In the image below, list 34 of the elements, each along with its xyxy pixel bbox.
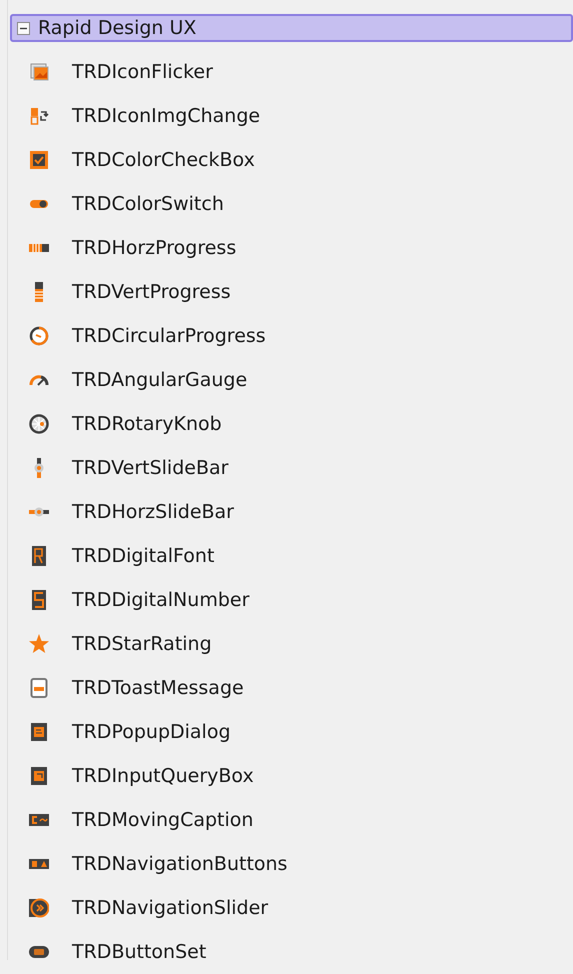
segment-digit-icon bbox=[29, 590, 49, 610]
toast-icon bbox=[29, 678, 49, 698]
circular-progress-icon bbox=[29, 326, 49, 346]
component-item[interactable]: TRDHorzProgress bbox=[8, 226, 573, 270]
collapse-icon[interactable] bbox=[17, 22, 30, 34]
segment-letter-icon bbox=[29, 546, 49, 566]
component-item[interactable]: TRDStarRating bbox=[8, 622, 573, 666]
dialog-icon bbox=[29, 722, 49, 742]
component-item[interactable]: TRDNavigationSlider bbox=[8, 886, 573, 930]
component-item[interactable]: TRDRotaryKnob bbox=[8, 402, 573, 446]
query-box-icon bbox=[29, 766, 49, 786]
component-item[interactable]: TRDDigitalNumber bbox=[8, 578, 573, 622]
component-item[interactable]: TRDAngularGauge bbox=[8, 358, 573, 402]
component-item[interactable]: TRDHorzSlideBar bbox=[8, 490, 573, 534]
star-icon bbox=[29, 634, 49, 654]
component-item[interactable]: TRDVertSlideBar bbox=[8, 446, 573, 490]
image-icon bbox=[29, 62, 49, 82]
component-item[interactable]: TRDButtonSet bbox=[8, 930, 573, 974]
component-item[interactable]: TRDPopupDialog bbox=[8, 710, 573, 754]
swap-icon bbox=[29, 106, 49, 126]
checkbox-icon bbox=[29, 150, 49, 170]
knob-icon bbox=[29, 414, 49, 434]
component-item[interactable]: TRDVertProgress bbox=[8, 270, 573, 314]
component-item[interactable]: TRDDigitalFont bbox=[8, 534, 573, 578]
component-item[interactable]: TRDInputQueryBox bbox=[8, 754, 573, 798]
component-item[interactable]: TRDIconFlicker bbox=[8, 50, 573, 94]
component-item[interactable]: TRDMovingCaption bbox=[8, 798, 573, 842]
category-header[interactable]: Rapid Design UX bbox=[10, 14, 573, 42]
component-item[interactable]: TRDColorCheckBox bbox=[8, 138, 573, 182]
component-item[interactable]: TRDNavigationButtons bbox=[8, 842, 573, 886]
component-item[interactable]: TRDToastMessage bbox=[8, 666, 573, 710]
component-item[interactable]: TRDColorSwitch bbox=[8, 182, 573, 226]
component-item[interactable]: TRDIconImgChange bbox=[8, 94, 573, 138]
component-item[interactable]: TRDCircularProgress bbox=[8, 314, 573, 358]
